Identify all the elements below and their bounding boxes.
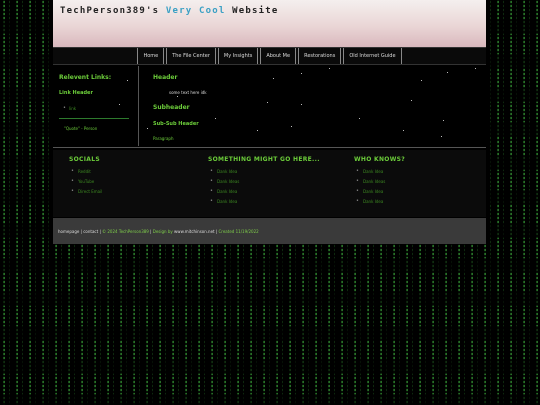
footer-link[interactable]: Dank Idea xyxy=(210,188,320,199)
nav-about-me[interactable]: About Me xyxy=(260,48,297,64)
footer-design-prefix: Design by xyxy=(152,228,173,234)
nav-restorations[interactable]: Restorations xyxy=(298,48,342,64)
sidebar: Relevent Links: Link Header link "Quote"… xyxy=(53,66,139,146)
footer-link-email[interactable]: Direct Email xyxy=(71,188,102,199)
footer-copyright: © 2024 TechPerson389 xyxy=(102,228,149,234)
sidebar-quote: "Quote" - Person xyxy=(64,126,98,131)
site-title-part1: TechPerson389's xyxy=(60,6,166,16)
sidebar-link[interactable]: link xyxy=(63,105,76,111)
nav-bar: Home The File Center My Insights About M… xyxy=(53,47,486,65)
footer-link[interactable]: Dank Idea xyxy=(356,188,405,199)
site-title-accent: Very Cool xyxy=(165,6,226,16)
footer-link-youtube[interactable]: YouTube xyxy=(71,178,102,189)
footer-col-something: SOMETHING MIGHT GO HERE... Dank Idea Dan… xyxy=(208,156,320,209)
main-paragraph: Paragraph xyxy=(153,136,174,141)
footer-link[interactable]: Dank Idea xyxy=(210,168,320,179)
bottom-bar: homepage | contact | © 2024 TechPerson38… xyxy=(53,218,486,244)
main-subheader: Subheader xyxy=(153,104,190,111)
footer-link[interactable]: Dank Idea xyxy=(356,168,405,179)
site-header: TechPerson389's Very Cool Website xyxy=(53,0,486,47)
nav-home[interactable]: Home xyxy=(137,48,165,64)
footer-contact-link[interactable]: contact xyxy=(83,229,98,234)
main-subsubheader: Sub-Sub Header xyxy=(153,121,199,127)
site-title: TechPerson389's Very Cool Website xyxy=(60,6,278,16)
main-column: Header some text here idk Subheader Sub-… xyxy=(151,66,471,146)
page-container: TechPerson389's Very Cool Website Home T… xyxy=(53,0,486,244)
footer-link[interactable]: Dank Ideas xyxy=(210,178,320,189)
sidebar-link-header: Link Header xyxy=(59,90,93,96)
footer-columns: SOCIALS Reddit YouTube Direct Email SOME… xyxy=(53,150,486,217)
sidebar-divider xyxy=(59,118,129,119)
footer-link[interactable]: Dank Ideas xyxy=(356,178,405,189)
nav-my-insights[interactable]: My Insights xyxy=(217,48,259,64)
footer-link-reddit[interactable]: Reddit xyxy=(71,168,102,179)
sidebar-title: Relevent Links: xyxy=(59,74,112,81)
footer-col-who-knows: WHO KNOWS? Dank Idea Dank Ideas Dank Ide… xyxy=(354,156,405,209)
footer-homepage-link[interactable]: homepage xyxy=(58,229,79,234)
main-header: Header xyxy=(153,74,178,81)
footer-design-link[interactable]: www.mitchinson.net xyxy=(174,229,215,234)
footer-col-title: SOMETHING MIGHT GO HERE... xyxy=(208,156,320,163)
nav-old-internet-guide[interactable]: Old Internet Guide xyxy=(343,48,402,64)
footer-col-socials: SOCIALS Reddit YouTube Direct Email xyxy=(69,156,102,199)
site-title-part2: Website xyxy=(225,6,279,16)
footer-col-title: SOCIALS xyxy=(69,156,100,163)
footer-created-date: Created 11/19/2022 xyxy=(218,228,259,234)
footer-link[interactable]: Dank Idea xyxy=(210,198,320,209)
main-text: some text here idk xyxy=(169,90,207,95)
footer-col-title: WHO KNOWS? xyxy=(354,156,406,163)
content-area: Relevent Links: Link Header link "Quote"… xyxy=(53,66,486,148)
nav-file-center[interactable]: The File Center xyxy=(166,48,216,64)
footer-link[interactable]: Dank Idea xyxy=(356,198,405,209)
